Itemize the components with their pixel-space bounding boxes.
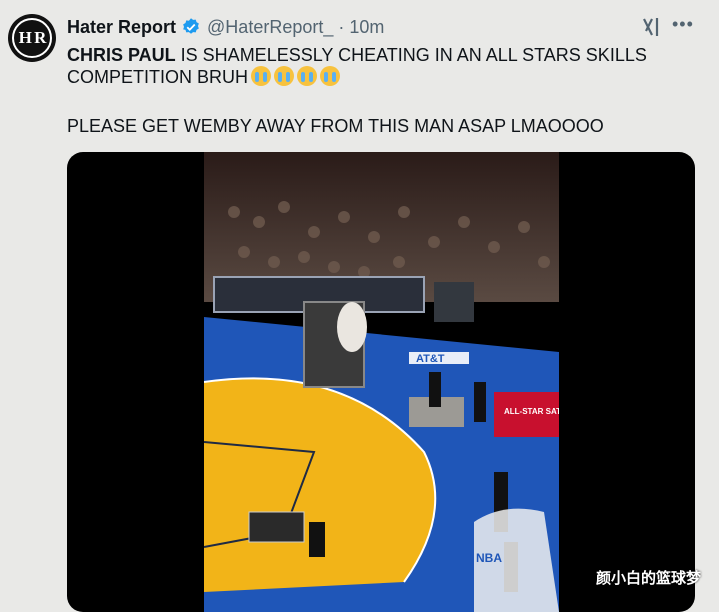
tweet-text: CHRIS PAUL IS SHAMELESSLY CHEATING IN AN… bbox=[67, 44, 687, 88]
loudly-crying-emoji-icon bbox=[320, 66, 341, 86]
author-handle[interactable]: @HaterReport_ bbox=[207, 17, 333, 38]
tweet-header: Hater Report @HaterReport_ · 10m bbox=[67, 15, 384, 39]
verified-badge-icon bbox=[183, 18, 199, 34]
separator-dot: · bbox=[338, 16, 345, 37]
media-video[interactable]: AT&T ALL-STAR SATURDAY NBA bbox=[67, 152, 695, 612]
tweet-card[interactable]: H R Hater Report @HaterReport_ · 10m •••… bbox=[0, 0, 719, 612]
avatar-ring bbox=[12, 18, 52, 58]
tweet-line-3: PLEASE GET WEMBY AWAY FROM THIS MAN ASAP… bbox=[67, 116, 604, 136]
loudly-crying-emoji-icon bbox=[274, 66, 295, 86]
court-logo-text: NBA bbox=[476, 551, 502, 565]
all-star-banner-text: ALL-STAR SATURDAY bbox=[504, 407, 559, 416]
tweet-line-1: CHRIS PAUL IS SHAMELESSLY CHEATING IN AN… bbox=[67, 44, 687, 88]
grok-icon[interactable] bbox=[641, 16, 663, 38]
avatar[interactable]: H R bbox=[8, 14, 56, 62]
video-frame[interactable]: AT&T ALL-STAR SATURDAY NBA bbox=[204, 152, 559, 612]
more-options-icon[interactable]: ••• bbox=[672, 14, 694, 35]
sponsor-text: AT&T bbox=[416, 353, 445, 365]
video-scene: AT&T ALL-STAR SATURDAY NBA bbox=[204, 152, 559, 612]
loudly-crying-emoji-icon bbox=[251, 66, 272, 86]
loudly-crying-emoji-icon bbox=[297, 66, 318, 86]
watermark: 颜小白的篮球梦 bbox=[596, 569, 702, 587]
display-name[interactable]: Hater Report bbox=[67, 17, 176, 38]
tweet-timestamp[interactable]: 10m bbox=[349, 17, 384, 38]
tweet-bold-lead: CHRIS PAUL bbox=[67, 45, 176, 65]
